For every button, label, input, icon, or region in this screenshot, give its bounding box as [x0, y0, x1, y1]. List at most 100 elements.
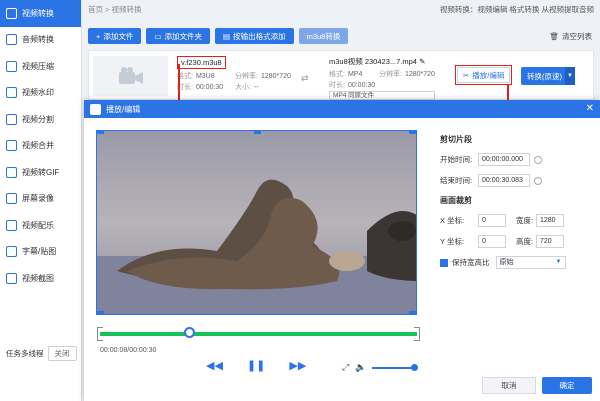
- clear-list-button[interactable]: 🗑 清空列表: [549, 28, 592, 44]
- multitask-toggle[interactable]: 关闭: [47, 346, 77, 361]
- output-format-select[interactable]: MP4 同原文件: [329, 91, 435, 100]
- width-input[interactable]: 1280: [536, 214, 564, 227]
- sidebar-item-label: 视频截图: [22, 273, 54, 283]
- sidebar-item[interactable]: 屏幕录像: [0, 186, 81, 213]
- m3u8-convert-button[interactable]: m3u8转换: [298, 28, 349, 44]
- ratio-select[interactable]: 原始: [495, 256, 566, 269]
- y-input[interactable]: 0: [478, 235, 506, 248]
- cancel-button[interactable]: 取消: [482, 377, 536, 394]
- end-time-label: 结束时间:: [440, 176, 473, 185]
- sidebar-item[interactable]: 视频配乐: [0, 212, 81, 239]
- x-input[interactable]: 0: [478, 214, 506, 227]
- add-by-format-button[interactable]: ▤ 按输出格式添加: [214, 28, 294, 44]
- video-convert-icon: [6, 7, 17, 19]
- pause-icon[interactable]: ❚❚: [247, 359, 265, 372]
- sidebar-item[interactable]: 视频合并: [0, 133, 81, 160]
- sidebar-item-label: 字幕/贴图: [22, 247, 57, 257]
- crop-handle[interactable]: [97, 131, 104, 134]
- keep-ratio-label: 保持宽高比: [452, 258, 490, 267]
- sidebar-item-label: 视频转GIF: [22, 167, 60, 177]
- compress-icon: [6, 60, 17, 72]
- add-folder-label: 添加文件夹: [164, 31, 202, 41]
- sidebar-item-label: 视频压缩: [22, 61, 54, 71]
- add-file-button[interactable]: + 添加文件: [88, 28, 142, 44]
- x-label: X 坐标:: [440, 216, 465, 225]
- sidebar-item[interactable]: 字幕/贴图: [0, 239, 81, 266]
- keep-ratio-checkbox[interactable]: [440, 258, 448, 267]
- sidebar-item[interactable]: 视频截图: [0, 265, 81, 292]
- y-label: Y 坐标:: [440, 237, 465, 246]
- end-time-input[interactable]: 00:00:30.083: [478, 174, 530, 187]
- feature-hint: 视频转换：视频编辑 格式转换 从视频提取音频: [439, 5, 594, 14]
- scissors-icon: ✂: [463, 70, 470, 80]
- reset-end-icon[interactable]: [534, 176, 542, 185]
- music-icon: [6, 219, 17, 231]
- multitask-label: 任务多线程: [6, 349, 44, 358]
- sidebar-item[interactable]: 音频转换: [0, 27, 81, 54]
- merge-icon: [6, 140, 17, 152]
- reset-start-icon[interactable]: [534, 155, 542, 164]
- start-time-label: 开始时间:: [440, 155, 473, 164]
- fullscreen-icon[interactable]: ⤢: [342, 362, 349, 373]
- play-edit-button[interactable]: ✂ 播放/编辑: [454, 65, 513, 85]
- src-resolution: 分辨率: 1280*720: [235, 73, 291, 80]
- subtitle-icon: [6, 246, 17, 258]
- fast-forward-icon[interactable]: ▶▶: [289, 359, 306, 372]
- edit-panel: 剪切片段 开始时间: 00:00:00.000 结束时间: 00:00:30.0…: [440, 134, 598, 277]
- src-duration: 时长: 00:00:30: [177, 84, 224, 91]
- trash-icon: 🗑: [549, 31, 559, 41]
- file-thumbnail: [93, 56, 168, 96]
- height-label: 高度:: [516, 237, 534, 246]
- sidebar-item[interactable]: 视频转换: [0, 0, 81, 27]
- add-file-label: 添加文件: [103, 31, 134, 41]
- video-frame: [97, 131, 416, 314]
- crop-handle[interactable]: [97, 311, 104, 314]
- playback-controls: ◀◀ ❚❚ ▶▶: [206, 359, 306, 372]
- confirm-button[interactable]: 确定: [542, 377, 592, 394]
- toolbar: + 添加文件 ▭ 添加文件夹 ▤ 按输出格式添加 m3u8转换: [88, 28, 349, 44]
- sidebar-item[interactable]: 视频分割: [0, 106, 81, 133]
- convert-button[interactable]: 转换(原速): [521, 67, 568, 85]
- volume-slider[interactable]: [372, 363, 419, 371]
- sidebar-item-label: 视频水印: [22, 88, 54, 98]
- sidebar: 视频转换 音频转换视频压缩视频水印视频分割视频合并视频转GIF 屏幕录像视频配乐字幕…: [0, 0, 82, 401]
- convert-dropdown-icon[interactable]: ▼: [565, 67, 575, 85]
- src-size: 大小: --: [235, 84, 259, 91]
- sidebar-item-label: 视频分割: [22, 114, 54, 124]
- plus-icon: +: [96, 31, 101, 41]
- volume-control: ⤢ 🔈: [342, 362, 419, 373]
- audio-icon: [6, 34, 17, 46]
- timeline-track[interactable]: [100, 332, 417, 336]
- app-logo-icon: [90, 103, 101, 115]
- trim-end-handle[interactable]: [414, 327, 420, 341]
- close-icon[interactable]: ✕: [586, 103, 594, 115]
- sidebar-item[interactable]: 视频压缩: [0, 53, 81, 80]
- video-preview[interactable]: [96, 130, 417, 315]
- add-folder-button[interactable]: ▭ 添加文件夹: [146, 28, 210, 44]
- add-by-format-label: 按输出格式添加: [233, 31, 286, 41]
- sidebar-item-label: 屏幕录像: [22, 194, 54, 204]
- crop-handle[interactable]: [409, 311, 416, 314]
- m3u8-label: m3u8转换: [306, 31, 341, 41]
- folder-icon: ▭: [154, 31, 162, 41]
- clip-section-title: 剪切片段: [440, 135, 472, 144]
- start-time-input[interactable]: 00:00:00.000: [478, 153, 530, 166]
- rewind-icon[interactable]: ◀◀: [206, 359, 223, 372]
- source-file-name: v.f230.m3u8: [177, 56, 226, 69]
- out-format: 格式: MP4: [329, 71, 363, 78]
- crop-handle[interactable]: [409, 131, 416, 134]
- sidebar-item[interactable]: 视频水印: [0, 80, 81, 107]
- output-file-name[interactable]: m3u8视频 230423...7.mp4 ✎: [329, 56, 425, 67]
- height-input[interactable]: 720: [536, 235, 564, 248]
- trim-start-handle[interactable]: [97, 327, 103, 341]
- list-icon: ▤: [222, 31, 231, 41]
- volume-icon[interactable]: 🔈: [355, 362, 366, 373]
- watermark-icon: [6, 87, 17, 99]
- crop-handle[interactable]: [254, 131, 261, 134]
- playback-time: 00:00:08/00:00:30: [100, 347, 157, 354]
- sidebar-item-label: 视频配乐: [22, 220, 54, 230]
- edit-pencil-icon[interactable]: ✎: [419, 57, 425, 66]
- multitask-row: 任务多线程 关闭: [0, 346, 82, 361]
- playhead-knob[interactable]: [184, 327, 195, 338]
- sidebar-item[interactable]: 视频转GIF: [0, 159, 81, 186]
